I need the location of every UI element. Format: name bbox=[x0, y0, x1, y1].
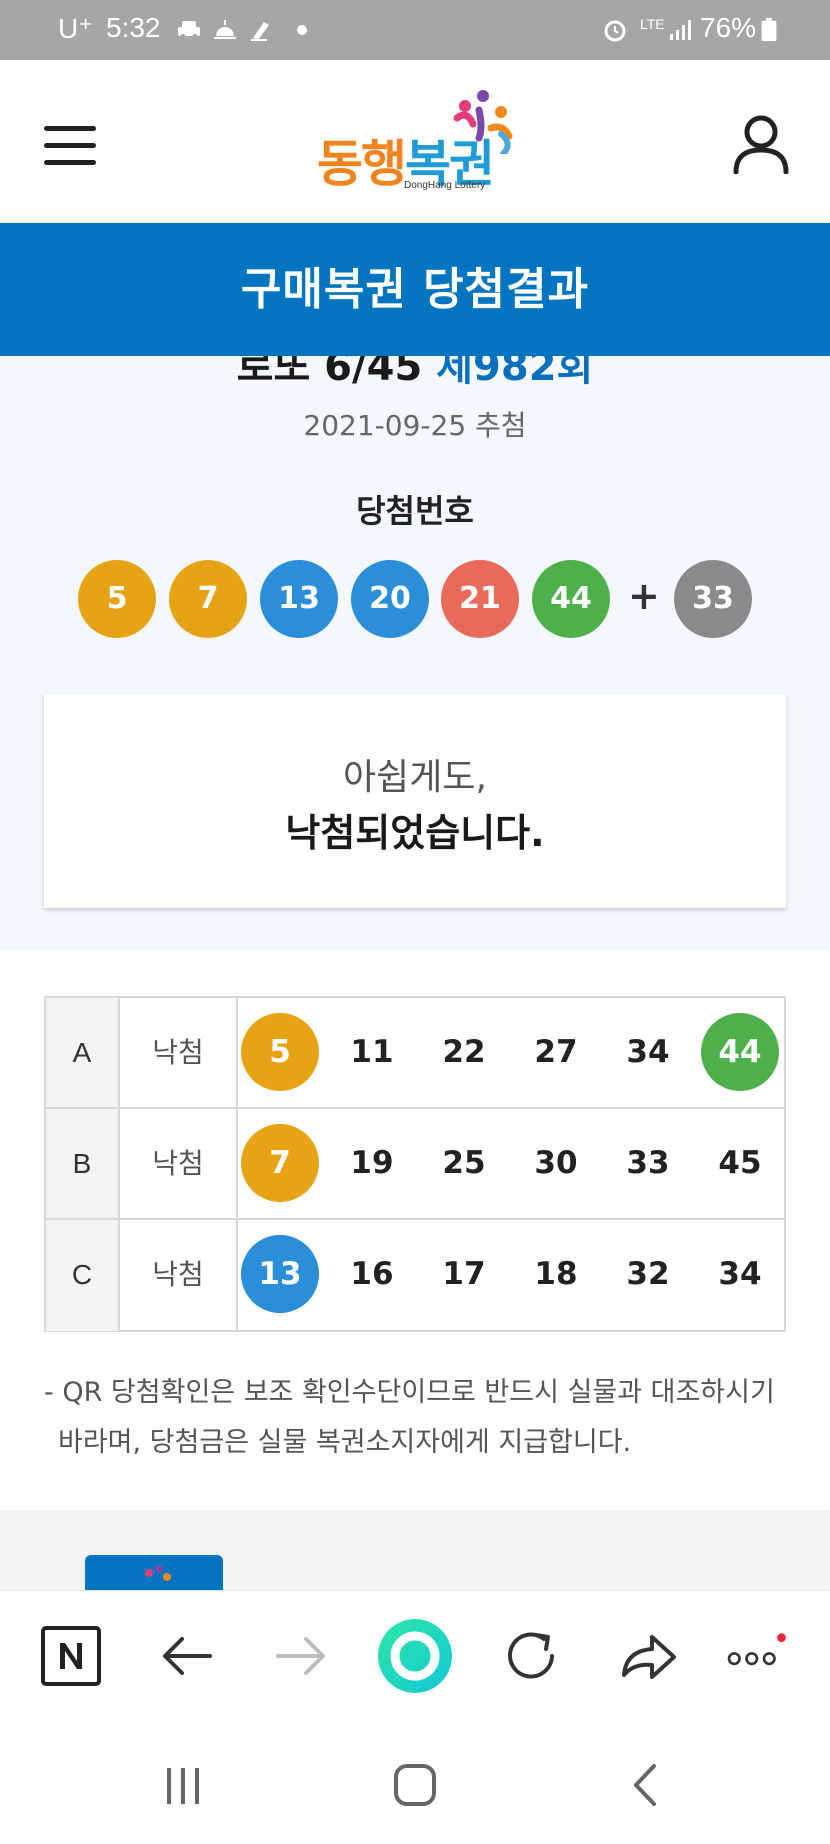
winning-ball: 44 bbox=[532, 560, 610, 638]
game-label: A bbox=[46, 998, 120, 1107]
winning-ball: 20 bbox=[351, 560, 429, 638]
share-icon[interactable] bbox=[612, 1621, 682, 1691]
edit-note-icon bbox=[251, 22, 269, 41]
ticket-number: 34 bbox=[626, 1034, 670, 1070]
matched-number: 44 bbox=[701, 1013, 779, 1091]
winning-numbers-label: 당첨번호 bbox=[356, 492, 474, 530]
browser-toolbar bbox=[0, 1590, 830, 1725]
battery-icon bbox=[761, 18, 777, 42]
carrier-label: U⁺ bbox=[58, 13, 93, 44]
ticket-number: 16 bbox=[350, 1256, 394, 1292]
mini-logo-icon bbox=[145, 1565, 171, 1581]
table-row: C 낙첨 13 16 17 18 32 34 bbox=[46, 1220, 784, 1331]
menu-line bbox=[44, 143, 96, 148]
game-result: 낙첨 bbox=[120, 998, 238, 1107]
ticket-number: 22 bbox=[442, 1034, 486, 1070]
notice-line2: 바라며, 당첨금은 실물 복권소지자에게 지급합니다. bbox=[58, 1427, 632, 1458]
game-label: B bbox=[46, 1109, 120, 1218]
matched-number: 7 bbox=[241, 1124, 319, 1202]
ticket-number: 45 bbox=[718, 1145, 762, 1181]
logo-subtitle: DongHang Lottery bbox=[404, 180, 486, 191]
plus-sign: + bbox=[628, 574, 660, 618]
back-icon[interactable] bbox=[622, 1760, 672, 1810]
winning-ball: 13 bbox=[260, 560, 338, 638]
home-icon[interactable] bbox=[390, 1760, 440, 1810]
alarm-icon bbox=[604, 20, 626, 42]
qr-notice: - QR 당첨확인은 보조 확인수단이므로 반드시 실물과 대조하시기 바라며,… bbox=[44, 1368, 786, 1468]
menu-line bbox=[44, 126, 96, 131]
ticket-number: 17 bbox=[442, 1256, 486, 1292]
network-type-label: LTE bbox=[640, 16, 665, 32]
ticket-table: A 낙첨 5 11 22 27 34 44 B 낙첨 7 19 25 30 33… bbox=[44, 996, 786, 1332]
back-arrow-icon[interactable] bbox=[152, 1621, 222, 1691]
forward-arrow-icon[interactable] bbox=[266, 1621, 336, 1691]
menu-line bbox=[44, 160, 96, 165]
status-bar: U⁺ 5:32 LTE 76% bbox=[0, 0, 830, 60]
ticket-number: 18 bbox=[534, 1256, 578, 1292]
ticket-number: 32 bbox=[626, 1256, 670, 1292]
page-title: 구매복권 당첨결과 bbox=[0, 223, 830, 356]
battery-percent: 76% bbox=[700, 12, 757, 43]
recent-apps-icon[interactable] bbox=[158, 1760, 208, 1810]
result-card: 아쉽게도, 낙첨되었습니다. bbox=[44, 694, 786, 908]
logo-text-part: 동행 bbox=[317, 135, 407, 193]
notice-line1: - QR 당첨확인은 보조 확인수단이므로 반드시 실물과 대조하시기 bbox=[44, 1377, 775, 1408]
table-row: B 낙첨 7 19 25 30 33 45 bbox=[46, 1109, 784, 1220]
winning-ball: 7 bbox=[169, 560, 247, 638]
car-icon bbox=[178, 21, 200, 40]
user-icon[interactable] bbox=[732, 112, 790, 174]
bonus-ball: 33 bbox=[674, 560, 752, 638]
notification-dot-icon bbox=[297, 25, 307, 35]
result-message-line2: 낙첨되었습니다. bbox=[285, 811, 545, 855]
naver-n-icon[interactable] bbox=[36, 1621, 106, 1691]
result-message-line1: 아쉽게도, bbox=[343, 757, 487, 798]
ticket-number: 33 bbox=[626, 1145, 670, 1181]
ticket-number: 19 bbox=[350, 1145, 394, 1181]
ticket-number: 25 bbox=[442, 1145, 486, 1181]
draw-date: 2021-09-25 추첨 bbox=[303, 409, 527, 442]
game-label: C bbox=[46, 1220, 120, 1331]
winning-ball: 5 bbox=[78, 560, 156, 638]
refresh-icon[interactable] bbox=[496, 1621, 566, 1691]
site-header: 동행복권 DongHang Lottery bbox=[0, 60, 830, 223]
menu-button[interactable] bbox=[44, 126, 96, 166]
more-icon[interactable] bbox=[722, 1621, 792, 1691]
matched-number: 13 bbox=[241, 1235, 319, 1313]
sunrise-icon bbox=[214, 20, 236, 39]
signal-icon bbox=[670, 20, 691, 40]
status-time: 5:32 bbox=[106, 12, 161, 43]
ticket-number: 11 bbox=[350, 1034, 394, 1070]
game-result: 낙첨 bbox=[120, 1220, 238, 1331]
ticket-number: 44 bbox=[700, 998, 780, 1107]
winning-ball: 21 bbox=[441, 560, 519, 638]
table-row: A 낙첨 5 11 22 27 34 44 bbox=[46, 998, 784, 1109]
ticket-number: 27 bbox=[534, 1034, 578, 1070]
game-result: 낙첨 bbox=[120, 1109, 238, 1218]
donghang-logo[interactable]: 동행복권 DongHang Lottery bbox=[315, 88, 520, 198]
green-dot-icon[interactable] bbox=[376, 1617, 454, 1695]
draw-result-section: 로또 6/45 제982회 2021-09-25 추첨 당첨번호 5 7 13 … bbox=[0, 344, 830, 950]
matched-number: 5 bbox=[241, 1013, 319, 1091]
system-nav-bar bbox=[0, 1724, 830, 1844]
ticket-number: 5 bbox=[240, 998, 320, 1107]
ticket-number: 34 bbox=[718, 1256, 762, 1292]
ticket-number: 30 bbox=[534, 1145, 578, 1181]
ticket-number: 7 bbox=[240, 1109, 320, 1218]
ticket-number: 13 bbox=[240, 1220, 320, 1329]
